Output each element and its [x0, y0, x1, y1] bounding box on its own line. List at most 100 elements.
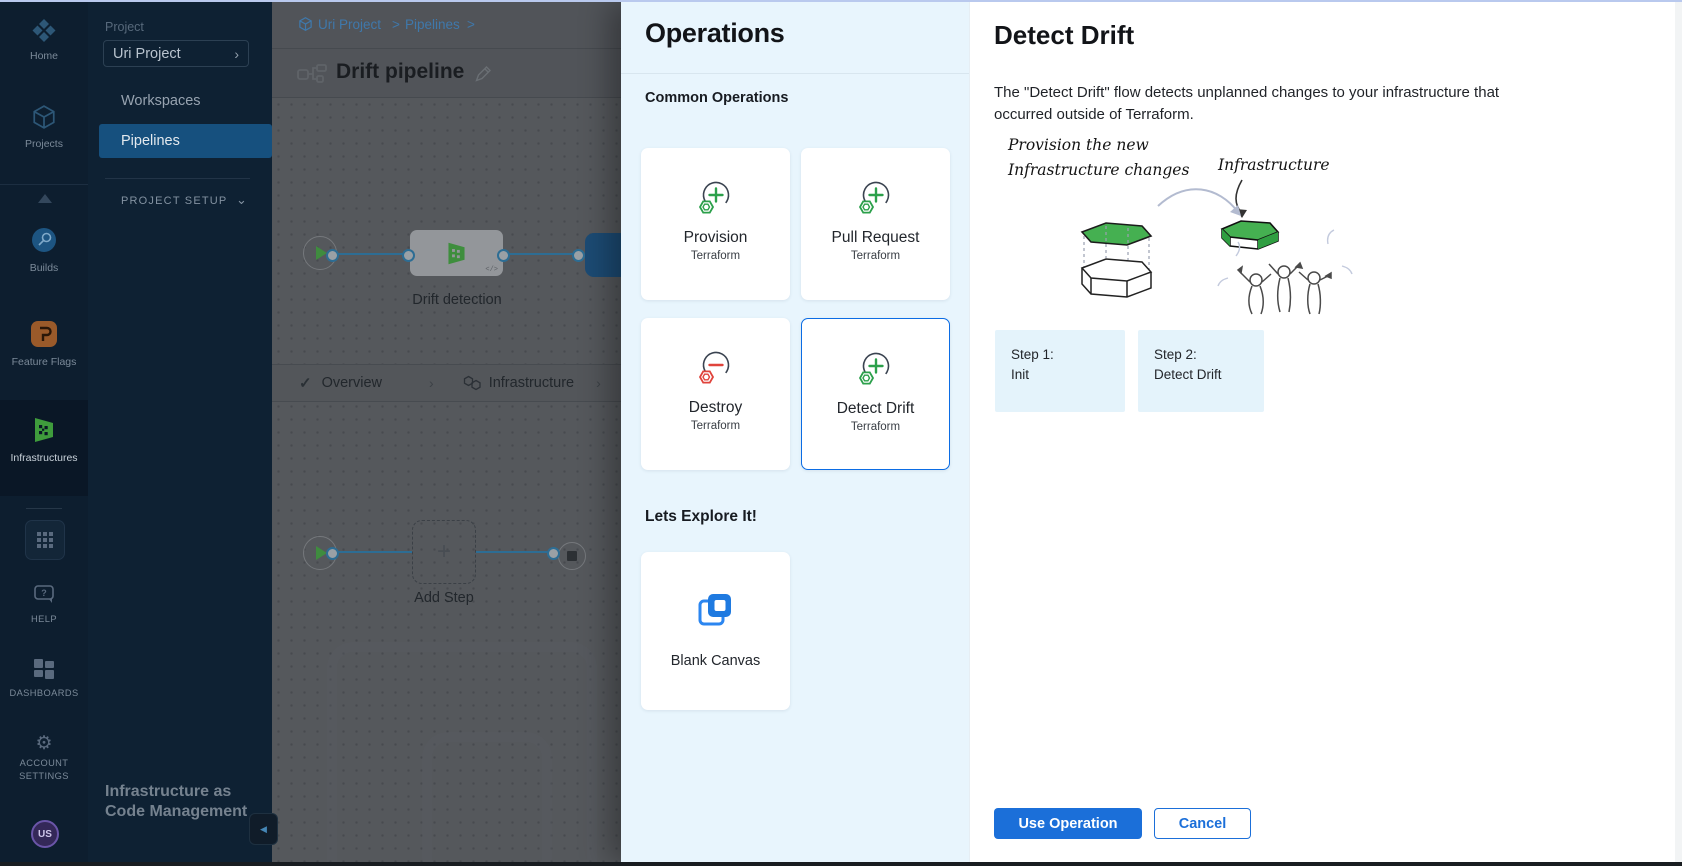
sidebar-item-builds[interactable]: Builds	[0, 226, 88, 274]
sidebar-item-account-settings[interactable]: ⚙ ACCOUNT SETTINGS	[0, 734, 88, 782]
page-title-row: Drift pipeline	[272, 49, 621, 98]
use-operation-button[interactable]: Use Operation	[994, 808, 1142, 839]
operation-detail-panel: Detect Drift The "Detect Drift" flow det…	[969, 2, 1682, 862]
detail-title: Detect Drift	[994, 20, 1134, 51]
sidebar-item-label: Projects	[0, 138, 88, 150]
operation-name: Pull Request	[801, 229, 950, 247]
connector-line	[337, 551, 412, 553]
breadcrumb-link-project[interactable]: Uri Project	[318, 17, 381, 32]
operation-provider: Terraform	[801, 250, 950, 262]
project-selector[interactable]: Uri Project ›	[103, 40, 249, 67]
gear-icon: ⚙	[35, 733, 52, 754]
operation-name: Provision	[641, 229, 790, 247]
tab-infrastructure[interactable]: Infrastructure	[489, 375, 574, 391]
plus-icon: +	[437, 538, 451, 566]
step-box-2: Step 2: Detect Drift	[1138, 330, 1264, 412]
sidebar-collapse-button[interactable]: ◀	[249, 813, 278, 845]
module-switcher-button[interactable]	[25, 520, 65, 560]
connector-dot	[326, 547, 339, 560]
divider	[105, 178, 250, 179]
window-top-edge	[0, 0, 1682, 2]
step-title: Step 1:	[1011, 345, 1125, 365]
builds-icon	[30, 226, 58, 254]
pipeline-editor: Uri Project > Pipelines > Drift pipeline	[272, 2, 621, 862]
divider	[621, 73, 969, 74]
check-icon: ✓	[299, 374, 312, 392]
avatar-initials: US	[38, 829, 52, 840]
blank-canvas-card[interactable]: Blank Canvas	[641, 552, 790, 710]
operation-card-provision[interactable]: Provision Terraform	[641, 148, 790, 300]
illustration-label-line1: Provision the new	[1007, 136, 1149, 154]
infrastructure-step-icon	[444, 241, 469, 266]
user-avatar[interactable]: US	[31, 820, 59, 848]
sidebar-item-label: Workspaces	[121, 93, 201, 109]
sidebar-item-label: HELP	[0, 614, 88, 624]
page-title: Drift pipeline	[336, 60, 464, 84]
operation-card-destroy[interactable]: Destroy Terraform	[641, 318, 790, 470]
sidebar-item-label: Home	[0, 50, 88, 62]
stage1-step-node[interactable]: </>	[410, 230, 503, 276]
operation-name: Destroy	[641, 399, 790, 417]
sidebar-item-feature-flags[interactable]: Feature Flags	[0, 320, 88, 368]
drawer-title: Operations	[645, 18, 785, 49]
collapse-section-icon[interactable]	[38, 194, 52, 203]
connector-dot	[326, 249, 339, 262]
sidebar-item-label: ACCOUNT SETTINGS	[11, 757, 77, 782]
sidebar-item-label: Feature Flags	[0, 356, 88, 368]
cancel-button[interactable]: Cancel	[1154, 808, 1251, 839]
connector-line	[337, 253, 412, 255]
background-logo-shape	[422, 732, 552, 866]
connector-dot	[402, 249, 415, 262]
operation-card-detect-drift[interactable]: Detect Drift Terraform	[801, 318, 950, 470]
stop-icon	[567, 551, 577, 561]
illustration-label-line2: Infrastructure changes	[1007, 161, 1189, 179]
edit-pencil-icon[interactable]	[474, 65, 492, 83]
sidebar-item-home[interactable]: Home	[0, 18, 88, 62]
sidebar-item-label: DASHBOARDS	[0, 688, 88, 698]
svg-text:?: ?	[41, 588, 47, 598]
grid-icon	[37, 532, 53, 548]
add-step-node[interactable]: +	[412, 520, 476, 584]
common-operations-heading: Common Operations	[645, 90, 788, 106]
sidebar-item-infrastructures[interactable]: Infrastructures	[0, 416, 88, 464]
breadcrumb-separator: >	[392, 17, 400, 32]
sidebar-item-label: Infrastructures	[0, 452, 88, 464]
operation-provider: Terraform	[802, 421, 949, 433]
window-bottom-edge	[0, 862, 1682, 866]
code-badge: </>	[485, 266, 498, 274]
project-sidebar: Project Uri Project › Workspaces Pipelin…	[88, 2, 272, 862]
project-setup-toggle[interactable]: PROJECT SETUP	[121, 195, 227, 207]
sidebar-item-pipelines[interactable]: Pipelines	[99, 124, 272, 158]
module-title: Infrastructure as Code Management	[105, 782, 265, 822]
chevron-left-icon: ◀	[260, 824, 267, 835]
connector-dot	[572, 249, 585, 262]
step-title: Step 2:	[1154, 345, 1264, 365]
feature-flags-icon	[30, 320, 58, 348]
stage2-end-node[interactable]	[558, 542, 586, 570]
connector-line	[507, 253, 577, 255]
operation-card-pull-request[interactable]: Pull Request Terraform	[801, 148, 950, 300]
add-step-label: Add Step	[379, 590, 509, 606]
sidebar-item-projects[interactable]: Projects	[0, 104, 88, 150]
step-subtitle: Init	[1011, 365, 1125, 385]
pipeline-icon	[297, 64, 327, 84]
terraform-add-icon	[853, 176, 899, 222]
chevron-right-icon: ›	[234, 46, 239, 62]
chevron-right-icon: ›	[429, 375, 434, 391]
sidebar-item-workspaces[interactable]: Workspaces	[88, 84, 272, 118]
sidebar-item-dashboards[interactable]: DASHBOARDS	[0, 658, 88, 698]
chevron-down-icon[interactable]: ⌄	[236, 192, 247, 208]
connector-dot	[547, 547, 560, 560]
terraform-add-icon	[693, 176, 739, 222]
rail-divider	[26, 508, 62, 509]
operation-provider: Terraform	[641, 250, 790, 262]
sidebar-item-label: Builds	[0, 262, 88, 274]
scrollbar-track[interactable]	[1675, 2, 1682, 862]
step-subtitle: Detect Drift	[1154, 365, 1264, 385]
sidebar-item-help[interactable]: ? HELP	[0, 584, 88, 624]
tab-overview[interactable]: Overview	[322, 375, 382, 391]
connector-line	[476, 551, 552, 553]
breadcrumb-link-pipelines[interactable]: Pipelines	[405, 17, 460, 32]
terraform-remove-icon	[693, 346, 739, 392]
home-icon	[32, 18, 56, 42]
